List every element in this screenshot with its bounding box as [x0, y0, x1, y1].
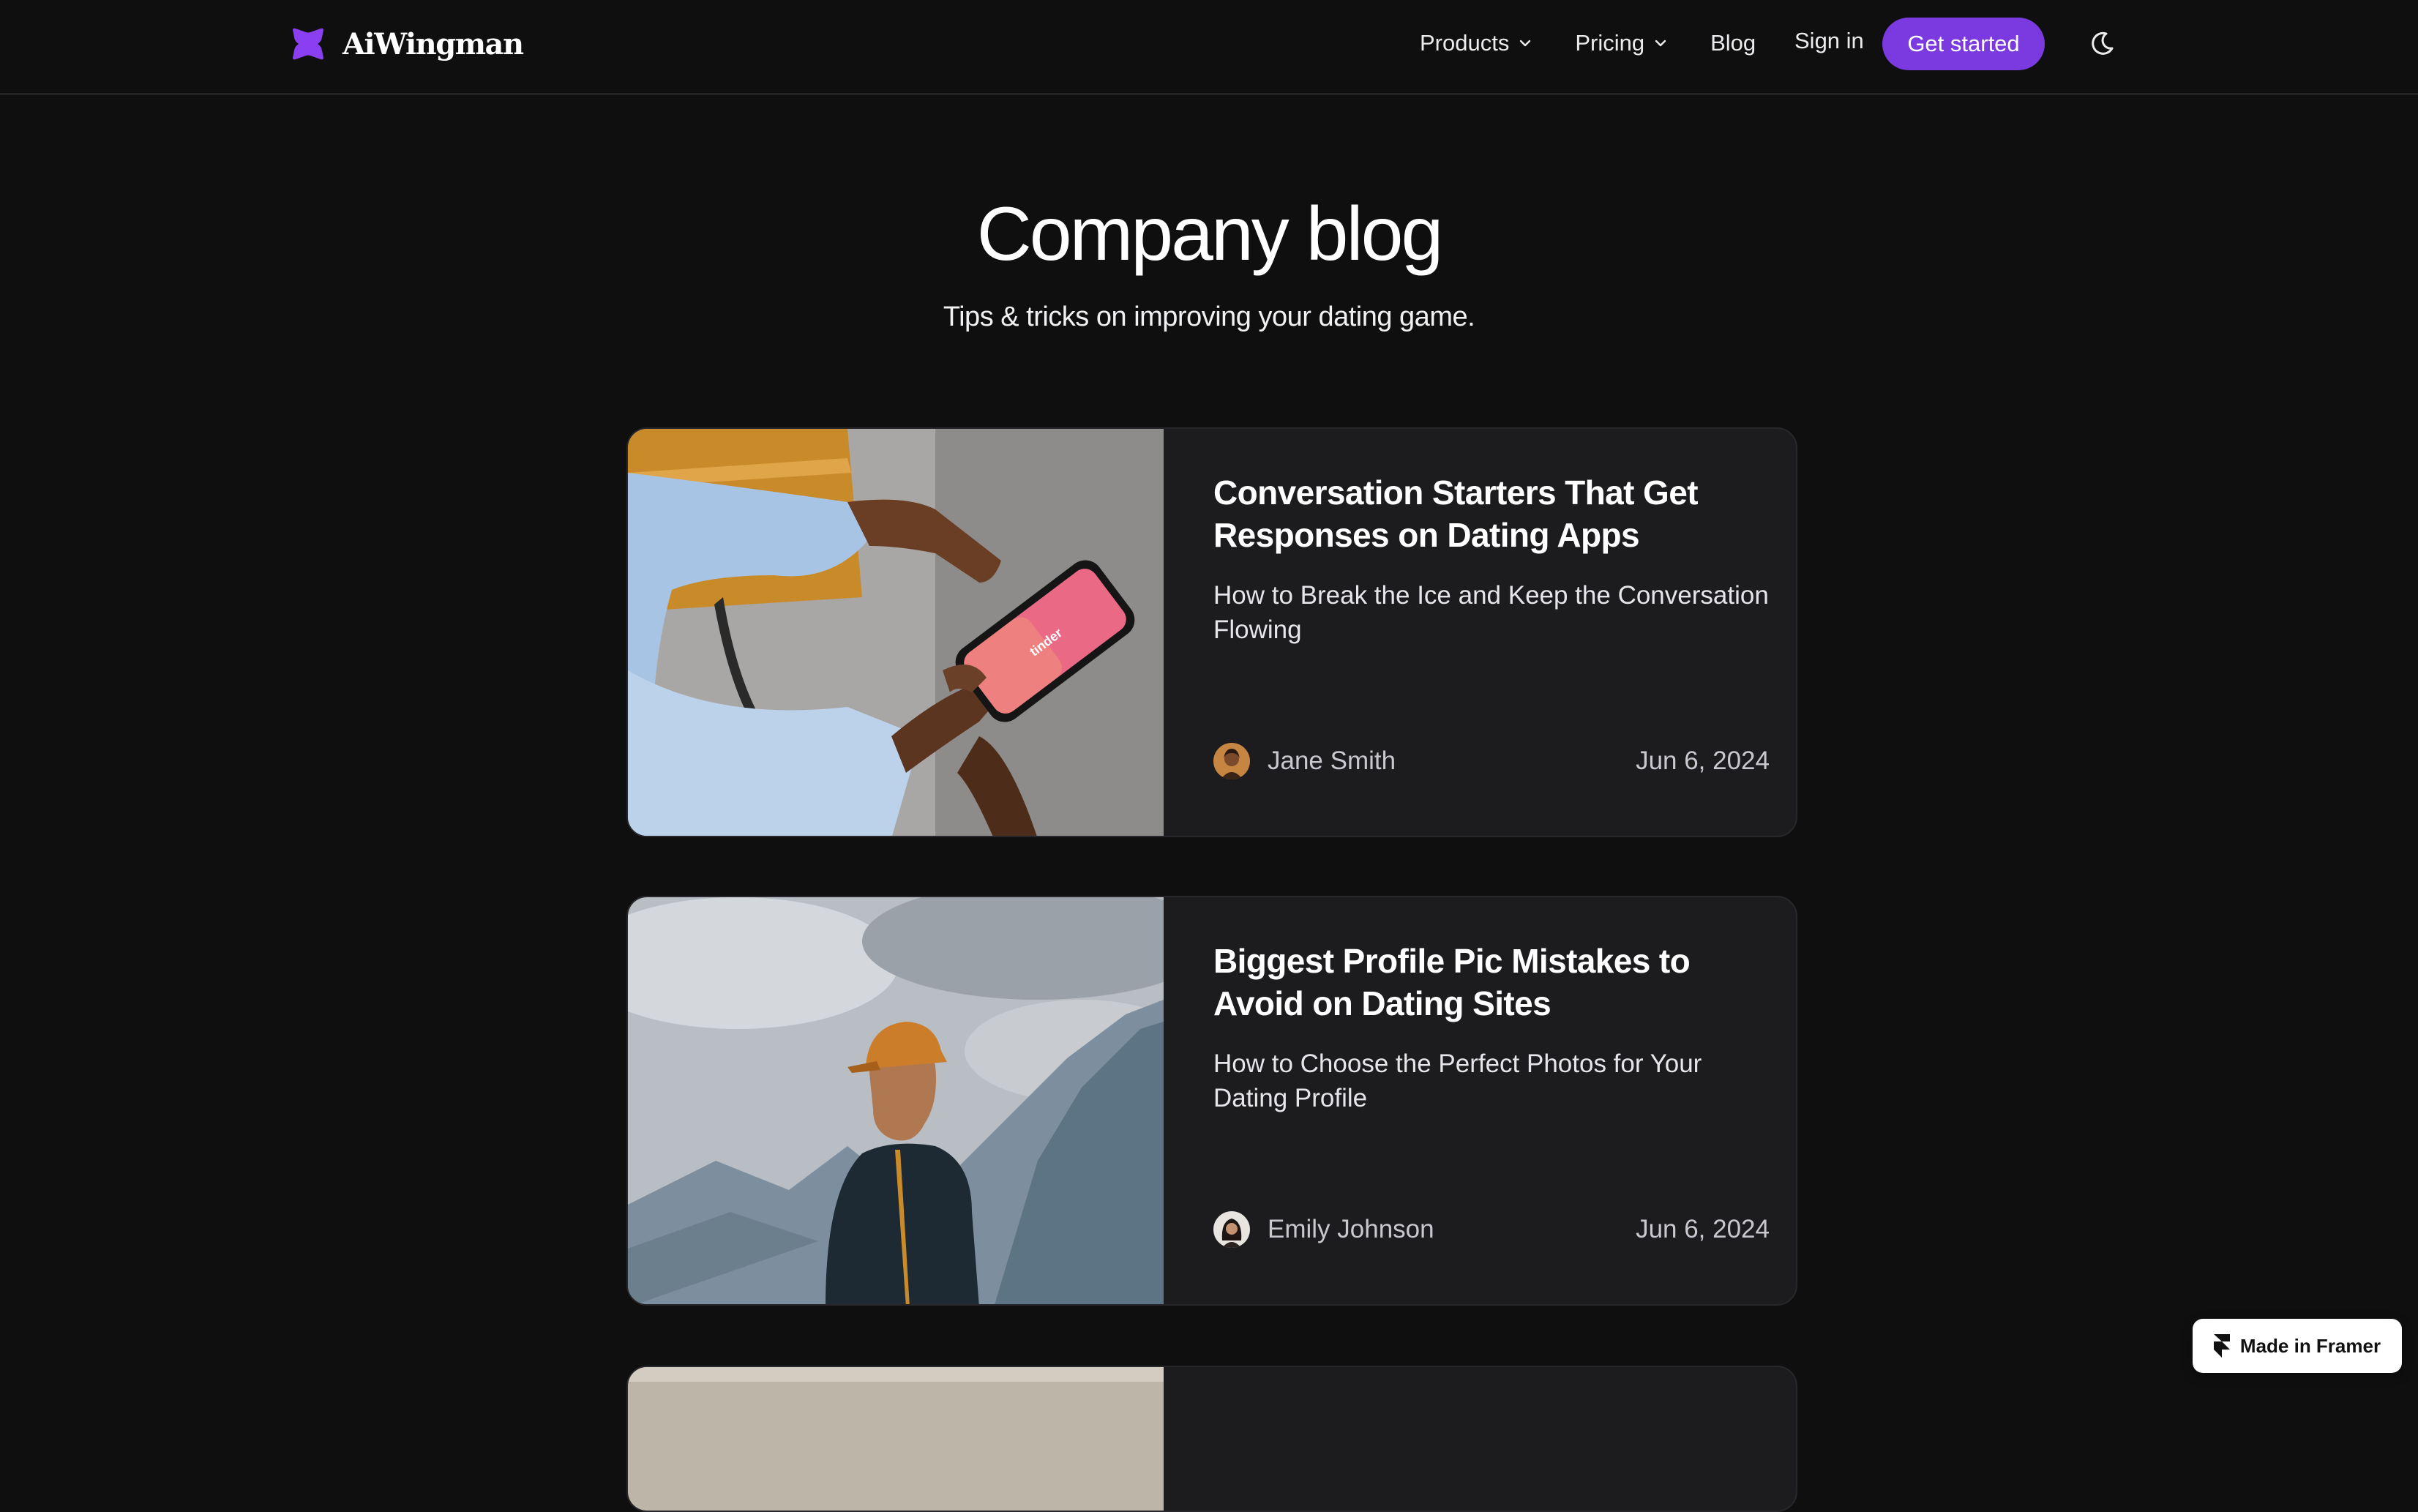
made-in-framer-badge[interactable]: Made in Framer — [2193, 1319, 2402, 1373]
moon-icon[interactable] — [2086, 28, 2118, 60]
author-avatar — [1213, 1211, 1250, 1248]
blog-post-card[interactable]: tinder Conversation Starters That Get Re… — [626, 427, 1797, 837]
post-date: Jun 6, 2024 — [1636, 1215, 1770, 1243]
top-navbar: AiWingman Products Pricing Blog Sign in … — [0, 0, 2418, 95]
post-image — [628, 1367, 1164, 1511]
post-image-mountain — [628, 897, 1164, 1304]
brand-home-link[interactable]: AiWingman — [290, 24, 524, 64]
chevron-down-icon — [1520, 40, 1531, 47]
post-excerpt: How to Break the Ice and Keep the Conver… — [1213, 581, 1769, 644]
post-image-phone: tinder — [628, 429, 1164, 836]
post-meta: Jane Smith Jun 6, 2024 — [1213, 741, 1770, 782]
brand-logo-icon — [293, 28, 323, 60]
nav-pricing-label: Pricing — [1575, 30, 1645, 56]
post-content: Conversation Starters That Get Responses… — [1213, 471, 1770, 808]
post-title: Biggest Profile Pic Mistakes to Avoid on… — [1213, 942, 1691, 1022]
framer-logo-icon — [2213, 1334, 2230, 1358]
nav-products-menu[interactable]: Products — [1420, 30, 1532, 56]
nav-blog-label: Blog — [1710, 30, 1756, 56]
post-author: Jane Smith — [1268, 746, 1396, 775]
blog-post-card[interactable] — [626, 1366, 1797, 1512]
post-meta: Emily Johnson Jun 6, 2024 — [1213, 1209, 1770, 1250]
nav-pricing-menu[interactable]: Pricing — [1575, 30, 1668, 56]
nav-blog-link[interactable]: Blog — [1710, 30, 1756, 56]
blog-post-card[interactable]: Biggest Profile Pic Mistakes to Avoid on… — [626, 896, 1797, 1306]
brand-name: AiWingman — [343, 26, 524, 61]
badge-label: Made in Framer — [2239, 1334, 2381, 1357]
page-subtitle: Tips & tricks on improving your dating g… — [943, 302, 1475, 332]
post-content: Biggest Profile Pic Mistakes to Avoid on… — [1213, 940, 1770, 1276]
post-title: Conversation Starters That Get Responses… — [1213, 474, 1699, 554]
chevron-down-icon — [1655, 40, 1666, 47]
nav-products-label: Products — [1420, 30, 1510, 56]
post-author: Emily Johnson — [1268, 1215, 1434, 1243]
author-avatar — [1213, 743, 1250, 779]
page-title: Company blog — [976, 192, 1444, 277]
post-date: Jun 6, 2024 — [1636, 746, 1770, 775]
get-started-button[interactable]: Get started — [1882, 18, 2045, 70]
sign-in-link[interactable]: Sign in — [1794, 28, 1864, 54]
main-nav: Products Pricing Blog — [1420, 22, 1798, 64]
post-excerpt: How to Choose the Perfect Photos for You… — [1213, 1049, 1702, 1112]
